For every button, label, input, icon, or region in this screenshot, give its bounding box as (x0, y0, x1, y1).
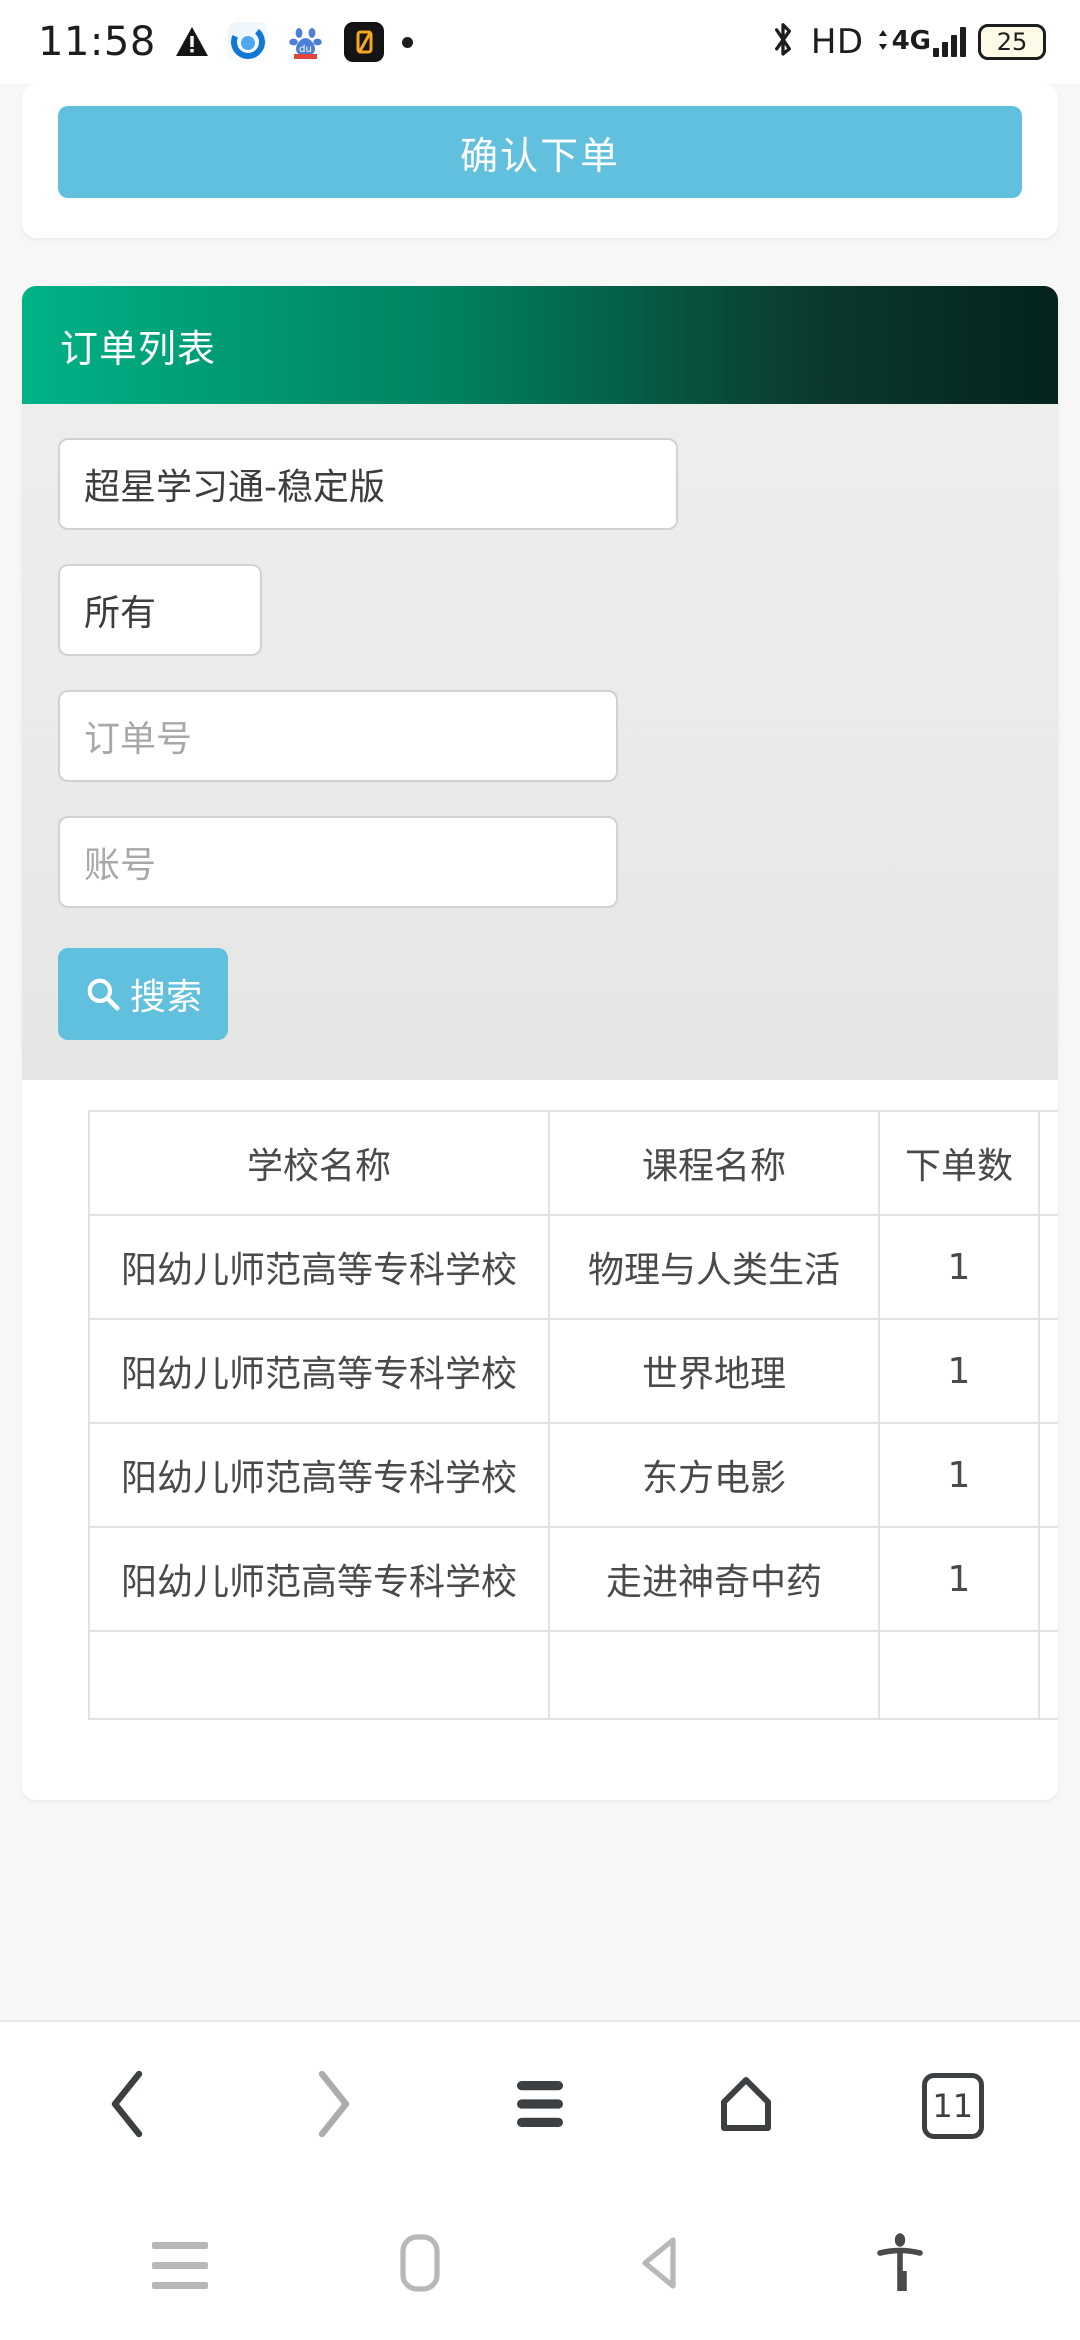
table-row[interactable]: 阳幼儿师范高等专科学校 物理与人类生活 1 (88, 1214, 1058, 1320)
phone-screen: 11:58 du HD 4G 25 确认下单 订单列表 超星学习通-稳定版 所有… (0, 0, 1080, 2340)
browser-tabs-button[interactable]: 11 (893, 2046, 1013, 2166)
panel-title: 订单列表 (60, 326, 217, 371)
signal-bars-icon (933, 27, 966, 57)
system-home-button[interactable] (365, 2210, 475, 2320)
qq-browser-icon (227, 22, 268, 62)
status-bar-left: 11:58 du (38, 19, 413, 65)
web-content: 确认下单 订单列表 超星学习通-稳定版 所有 订单号 账号 搜索 学校名称 课程… (0, 84, 1080, 2020)
cell-school (88, 1630, 550, 1720)
warning-triangle-icon (174, 24, 210, 60)
search-form: 超星学习通-稳定版 所有 订单号 账号 搜索 (22, 404, 1058, 1080)
platform-select[interactable]: 超星学习通-稳定版 (58, 438, 678, 530)
app-dark-icon (343, 22, 384, 62)
browser-home-button[interactable] (686, 2046, 806, 2166)
accessibility-icon (876, 2231, 924, 2299)
cell-school: 阳幼儿师范高等专科学校 (88, 1422, 550, 1528)
browser-menu-button[interactable] (480, 2046, 600, 2166)
forward-chevron-icon (306, 2068, 362, 2144)
scope-select[interactable]: 所有 (58, 564, 262, 656)
cell-course: 世界地理 (548, 1318, 880, 1424)
cell-school: 阳幼儿师范高等专科学校 (88, 1214, 550, 1320)
cell-course (548, 1630, 880, 1720)
orders-table: 学校名称 课程名称 下单数 阳幼儿师范高等专科学校 物理与人类生活 1 阳幼儿师… (88, 1110, 1058, 1720)
cell-extra (1038, 1422, 1058, 1528)
cell-school: 阳幼儿师范高等专科学校 (88, 1526, 550, 1632)
order-list-header: 订单列表 (22, 286, 1058, 404)
battery-icon: 25 (978, 24, 1046, 60)
confirm-order-button[interactable]: 确认下单 (58, 106, 1022, 198)
cell-course: 东方电影 (548, 1422, 880, 1528)
cell-count: 1 (878, 1526, 1040, 1632)
cell-count: 1 (878, 1318, 1040, 1424)
network-label: 4G (891, 26, 931, 56)
header-course[interactable]: 课程名称 (548, 1110, 880, 1216)
svg-text:du: du (299, 44, 312, 55)
tab-count-icon: 11 (921, 2073, 984, 2139)
cell-count: 1 (878, 1422, 1040, 1528)
browser-back-button[interactable] (67, 2046, 187, 2166)
search-icon (84, 975, 122, 1013)
table-row[interactable]: 阳幼儿师范高等专科学校 走进神奇中药 1 (88, 1526, 1058, 1632)
back-chevron-icon (99, 2068, 155, 2144)
cell-extra (1038, 1318, 1058, 1424)
home-pill-icon (398, 2232, 442, 2298)
status-bar: 11:58 du HD 4G 25 (0, 0, 1080, 84)
orders-table-wrapper[interactable]: 学校名称 课程名称 下单数 阳幼儿师范高等专科学校 物理与人类生活 1 阳幼儿师… (22, 1080, 1058, 1800)
battery-level: 25 (996, 28, 1028, 56)
header-extra[interactable] (1038, 1110, 1058, 1216)
search-button-label: 搜索 (130, 976, 203, 1017)
cell-count: 1 (878, 1214, 1040, 1320)
status-bar-right: HD 4G 25 (767, 21, 1046, 63)
table-row[interactable]: 阳幼儿师范高等专科学校 世界地理 1 (88, 1318, 1058, 1424)
cell-extra (1038, 1526, 1058, 1632)
cell-course: 走进神奇中药 (548, 1526, 880, 1632)
status-time: 11:58 (38, 19, 156, 65)
hd-label: HD (810, 22, 864, 62)
cell-school: 阳幼儿师范高等专科学校 (88, 1318, 550, 1424)
browser-toolbar: 11 (0, 2020, 1080, 2190)
network-indicator: 4G (876, 27, 966, 57)
baidu-icon: du (285, 22, 326, 62)
bluetooth-icon (767, 21, 799, 63)
account-input[interactable]: 账号 (58, 816, 618, 908)
cell-course: 物理与人类生活 (548, 1214, 880, 1320)
cell-extra (1038, 1630, 1058, 1720)
tab-count-label: 11 (932, 2087, 974, 2125)
header-count[interactable]: 下单数 (878, 1110, 1040, 1216)
submit-card: 确认下单 (22, 84, 1058, 238)
recents-icon (152, 2241, 208, 2289)
table-row[interactable]: 阳幼儿师范高等专科学校 东方电影 1 (88, 1422, 1058, 1528)
browser-forward-button[interactable] (274, 2046, 394, 2166)
home-icon (714, 2072, 778, 2140)
table-footer-row (88, 1630, 1058, 1720)
cell-count (878, 1630, 1040, 1720)
table-header-row: 学校名称 课程名称 下单数 (88, 1110, 1058, 1216)
system-recents-button[interactable] (125, 2210, 235, 2320)
order-list-card: 订单列表 超星学习通-稳定版 所有 订单号 账号 搜索 学校名称 课程名称 下单… (22, 286, 1058, 1800)
system-back-button[interactable] (605, 2210, 715, 2320)
cell-extra (1038, 1214, 1058, 1320)
menu-icon (509, 2075, 571, 2137)
system-accessibility-button[interactable] (845, 2210, 955, 2320)
header-school[interactable]: 学校名称 (88, 1110, 550, 1216)
dot-icon (401, 36, 413, 48)
search-button[interactable]: 搜索 (58, 948, 229, 1040)
system-navigation-bar (0, 2190, 1080, 2340)
order-no-input[interactable]: 订单号 (58, 690, 618, 782)
back-triangle-icon (635, 2234, 685, 2296)
